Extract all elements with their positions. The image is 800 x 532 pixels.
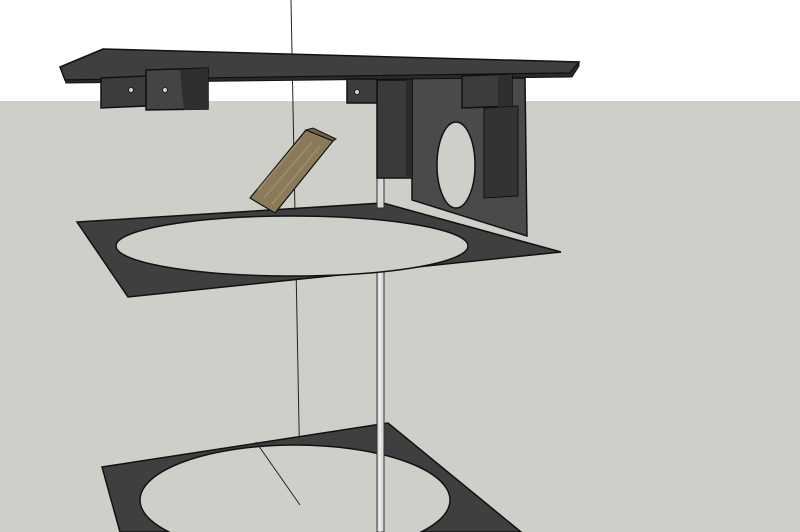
mount-block-right[interactable] — [461, 73, 513, 109]
vertical-post[interactable] — [376, 79, 413, 179]
upper-plate-hole — [115, 215, 469, 277]
side-bracket-hole — [436, 121, 476, 209]
mount-block-center[interactable] — [346, 78, 378, 104]
vertical-rod-upper-segment — [376, 177, 385, 209]
3d-model-viewport[interactable] — [0, 0, 800, 532]
